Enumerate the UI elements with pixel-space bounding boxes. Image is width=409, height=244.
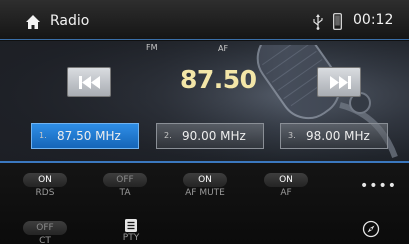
rds-label: RDS (35, 188, 55, 198)
preset-3[interactable]: 3. 98.00 MHz (280, 123, 388, 149)
preset-number: 3. (288, 131, 296, 140)
af-mute-state: ON (183, 173, 227, 187)
seek-next-button[interactable] (317, 67, 361, 97)
list-icon (125, 219, 137, 232)
header-bar: Radio 00:12 (0, 0, 409, 40)
af-toggle[interactable]: ON AF (264, 173, 308, 198)
home-icon[interactable] (25, 14, 41, 30)
radio-screen: Radio 00:12 FM AF 87.50 1. 87.50 MHz 2. … (0, 0, 409, 244)
af-label: AF (280, 188, 292, 198)
skip-next-icon (330, 76, 351, 89)
phone-icon (333, 13, 342, 30)
af-mute-toggle[interactable]: ON AF MUTE (183, 173, 227, 198)
preset-frequency: 90.00 MHz (182, 129, 246, 143)
ta-label: TA (119, 188, 131, 198)
preset-frequency: 98.00 MHz (306, 129, 370, 143)
pty-label: PTY (122, 233, 140, 243)
seek-previous-button[interactable] (67, 67, 111, 97)
ct-toggle[interactable]: OFF CT (23, 221, 67, 244)
af-mute-label: AF MUTE (185, 188, 225, 198)
ta-toggle[interactable]: OFF TA (103, 173, 147, 198)
af-indicator: AF (218, 44, 229, 53)
pty-button[interactable]: PTY (114, 219, 148, 243)
divider (0, 161, 409, 163)
preset-number: 1. (39, 131, 47, 140)
page-title: Radio (50, 13, 90, 29)
preset-frequency: 87.50 MHz (57, 129, 121, 143)
ta-state: OFF (103, 173, 147, 187)
rds-toggle[interactable]: ON RDS (23, 173, 67, 198)
clock: 00:12 (353, 12, 394, 28)
af-state: ON (264, 173, 308, 187)
ct-label: CT (39, 236, 51, 244)
current-frequency: 87.50 (180, 65, 257, 94)
preset-2[interactable]: 2. 90.00 MHz (156, 123, 264, 149)
navigation-icon[interactable] (362, 220, 380, 238)
rds-state: ON (23, 173, 67, 187)
tuner-display: FM AF 87.50 1. 87.50 MHz 2. 90.00 MHz 3.… (0, 41, 409, 161)
preset-number: 2. (164, 131, 172, 140)
skip-previous-icon (79, 76, 100, 89)
more-options-button[interactable]: •••• (360, 178, 397, 194)
usb-icon (313, 14, 323, 30)
preset-1[interactable]: 1. 87.50 MHz (31, 123, 139, 149)
band-indicator: FM (146, 43, 158, 52)
ct-state: OFF (23, 221, 67, 235)
